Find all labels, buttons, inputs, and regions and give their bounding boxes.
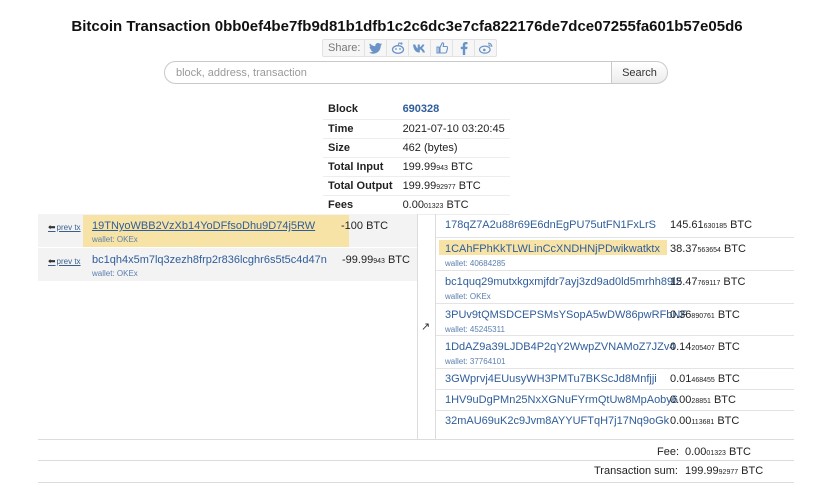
transaction-sum-label: Transaction sum: xyxy=(594,465,678,477)
left-arrow-icon: ⬅ xyxy=(48,256,56,266)
amount-unit: BTC xyxy=(443,198,469,211)
output-address-link[interactable]: 32mAU69uK2c9Jvm8AYYUFTqH7j17Nq9oGk xyxy=(445,415,669,427)
output-wallet[interactable]: wallet: 37764101 xyxy=(445,357,506,366)
output-row: bc1quq29mutxkgxmjfdr7ayj3zd9ad0ld5mrhh89… xyxy=(436,271,794,304)
search-button[interactable]: Search xyxy=(611,61,668,84)
fee-value: 0.0001323 BTC xyxy=(685,446,751,458)
amount-small: 943 xyxy=(436,164,448,172)
output-wallet[interactable]: wallet: OKEx xyxy=(445,292,491,301)
output-address-link[interactable]: 178qZ7A2u88r69E6dnEgPU75utFN1FxLrS xyxy=(445,219,656,231)
info-value: 199.9992977 BTC xyxy=(397,176,510,196)
info-key: Time xyxy=(323,119,398,139)
input-address-link[interactable]: 19TNyoWBB2VzXb14YoDFfsoDhu9D74j5RW xyxy=(92,220,315,232)
divider xyxy=(38,439,794,440)
output-address-link[interactable]: bc1quq29mutxkgxmjfdr7ayj3zd9ad0ld5mrhh89… xyxy=(445,276,682,288)
info-key: Fees xyxy=(323,195,398,215)
output-address-link[interactable]: 1HV9uDgPMn25NxXGNuFYrmQtUw8MpAoby6 xyxy=(445,394,678,406)
amount-main: 0.00 xyxy=(402,198,424,211)
twitter-icon[interactable] xyxy=(364,40,386,56)
output-amount: 0.36890761 BTC xyxy=(670,309,740,321)
info-value: 462 (bytes) xyxy=(397,138,510,158)
output-row: 3GWprvj4EUusyWH3PMTu7BKScJd8Mnfjji 0.014… xyxy=(436,369,794,390)
divider xyxy=(417,214,418,439)
info-value: 199.99943 BTC xyxy=(397,157,510,177)
amount-unit: BTC xyxy=(455,179,481,192)
info-row-total-output: Total Output 199.9992977 BTC xyxy=(323,176,510,196)
inputs-panel: ⬅prev tx 19TNyoWBB2VzXb14YoDFfsoDhu9D74j… xyxy=(38,214,417,282)
output-row: 3PUv9tQMSDCEPSMsYSopA5wDW86pwRFbNF walle… xyxy=(436,304,794,336)
output-row: 1HV9uDgPMn25NxXGNuFYrmQtUw8MpAoby6 0.002… xyxy=(436,390,794,411)
output-amount: 0.01468455 BTC xyxy=(670,373,740,385)
output-row: 32mAU69uK2c9Jvm8AYYUFTqH7j17Nq9oGk 0.001… xyxy=(436,411,794,433)
output-amount: 0.00113681 BTC xyxy=(670,415,740,427)
output-amount: 15.47769117 BTC xyxy=(670,276,746,288)
amount-small: 01323 xyxy=(423,202,444,210)
block-link[interactable]: 690328 xyxy=(403,103,440,115)
prev-tx-link[interactable]: ⬅prev tx xyxy=(48,222,81,233)
amount-small: 92977 xyxy=(436,183,456,191)
vk-icon[interactable] xyxy=(408,40,430,56)
share-bar: Share: xyxy=(322,39,498,57)
info-key: Total Output xyxy=(323,176,398,196)
share-label: Share: xyxy=(328,42,361,54)
input-row: ⬅prev tx bc1qh4x5m7lq3zezh8frp2r836lcghr… xyxy=(38,248,417,282)
output-amount: 0.0028851 BTC xyxy=(670,394,736,406)
prev-tx-link[interactable]: ⬅prev tx xyxy=(48,256,81,267)
weibo-icon[interactable] xyxy=(474,40,496,56)
output-address-link[interactable]: 1DdAZ9a39LJDB4P2qY2WwpZVNAMoZ7JZv4 xyxy=(445,341,675,353)
input-amount: -99.99943 BTC xyxy=(342,254,410,266)
transaction-info-table: Block 690328 Time 2021-07-10 03:20:45 Si… xyxy=(323,100,510,215)
input-address-link[interactable]: bc1qh4x5m7lq3zezh8frp2r836lcghr6s5t5c4d4… xyxy=(92,254,327,266)
output-amount: 0.14205407 BTC xyxy=(670,341,740,353)
divider xyxy=(38,482,794,483)
info-key: Total Input xyxy=(323,157,398,177)
info-row-size: Size 462 (bytes) xyxy=(323,138,510,158)
left-arrow-icon: ⬅ xyxy=(48,222,56,232)
amount-main: 199.99 xyxy=(402,160,437,173)
transaction-sum-value: 199.9992977 BTC xyxy=(685,465,764,477)
like-icon[interactable] xyxy=(430,40,452,56)
output-row: 1DdAZ9a39LJDB4P2qY2WwpZVNAMoZ7JZv4 walle… xyxy=(436,336,794,369)
output-amount: 145.61630185 BTC xyxy=(670,219,753,231)
page-title: Bitcoin Transaction 0bb0ef4be7fb9d81b1df… xyxy=(71,18,743,35)
flow-arrow-icon: ↗ xyxy=(421,321,431,333)
info-row-fees: Fees 0.0001323 BTC xyxy=(323,195,510,215)
input-wallet[interactable]: wallet: OKEx xyxy=(92,235,138,244)
info-key: Block xyxy=(323,100,398,120)
output-amount: 38.37563654 BTC xyxy=(670,243,746,255)
output-address-link[interactable]: 3PUv9tQMSDCEPSMsYSopA5wDW86pwRFbNF xyxy=(445,309,687,321)
output-address-link[interactable]: 1CAhFPhKkTLWLinCcXNDHNjPDwikwatktx xyxy=(445,243,660,255)
input-row: ⬅prev tx 19TNyoWBB2VzXb14YoDFfsoDhu9D74j… xyxy=(38,214,417,248)
facebook-icon[interactable] xyxy=(452,40,474,56)
divider xyxy=(38,460,794,461)
output-row: 1CAhFPhKkTLWLinCcXNDHNjPDwikwatktx walle… xyxy=(436,238,794,271)
amount-unit: BTC xyxy=(447,160,473,173)
search-input[interactable] xyxy=(164,61,612,84)
output-wallet[interactable]: wallet: 45245311 xyxy=(445,325,505,334)
input-wallet[interactable]: wallet: OKEx xyxy=(92,269,138,278)
info-key: Size xyxy=(323,138,398,158)
outputs-panel: 178qZ7A2u88r69E6dnEgPU75utFN1FxLrS 145.6… xyxy=(436,214,794,433)
info-row-block: Block 690328 xyxy=(323,100,510,120)
info-row-time: Time 2021-07-10 03:20:45 xyxy=(323,119,510,139)
info-value: 0.0001323 BTC xyxy=(397,195,510,215)
info-row-total-input: Total Input 199.99943 BTC xyxy=(323,157,510,177)
reddit-icon[interactable] xyxy=(386,40,408,56)
amount-main: 199.99 xyxy=(402,179,437,192)
input-amount: -100 BTC xyxy=(341,220,389,232)
output-address-link[interactable]: 3GWprvj4EUusyWH3PMTu7BKScJd8Mnfjji xyxy=(445,373,657,385)
info-value: 2021-07-10 03:20:45 xyxy=(397,119,510,139)
output-row: 178qZ7A2u88r69E6dnEgPU75utFN1FxLrS 145.6… xyxy=(436,214,794,238)
output-wallet[interactable]: wallet: 40684285 xyxy=(445,259,506,268)
fee-label: Fee: xyxy=(657,446,680,458)
